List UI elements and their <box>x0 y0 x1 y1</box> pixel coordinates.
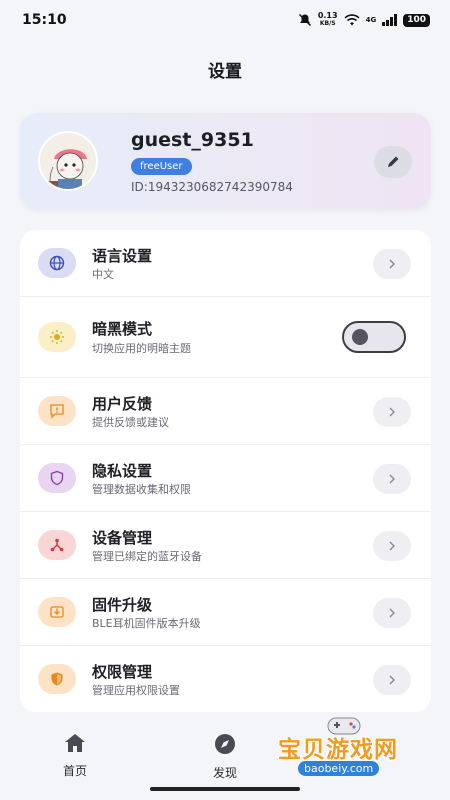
setting-subtitle: 中文 <box>92 268 114 281</box>
home-icon <box>65 734 85 752</box>
chevron-right-icon <box>389 407 395 417</box>
dark-mode-toggle[interactable] <box>342 321 406 353</box>
user-id: ID:1943230682742390784 <box>131 180 293 194</box>
row-icon-bg <box>38 322 76 352</box>
edit-profile-button[interactable] <box>374 146 412 178</box>
battery-icon: 100 <box>403 13 430 27</box>
setting-row-device-management[interactable]: 设备管理 管理已绑定的蓝牙设备 <box>20 512 431 579</box>
watermark-url: baobeiy.com <box>298 761 380 776</box>
wifi-icon <box>344 14 360 26</box>
watermark-title: 宝贝游戏网 <box>278 737 398 763</box>
setting-title: 隐私设置 <box>92 462 153 480</box>
watermark: 宝贝游戏网 baobeiy.com <box>272 717 442 782</box>
setting-subtitle: BLE耳机固件版本升级 <box>92 617 201 630</box>
setting-title: 暗黑模式 <box>92 320 153 338</box>
chevron-right-icon <box>389 541 395 551</box>
signal-icon <box>382 14 398 26</box>
setting-subtitle: 管理应用权限设置 <box>92 684 180 697</box>
row-icon-bg <box>38 597 76 627</box>
settings-list: 语言设置 中文 暗黑模式 切换应用的明暗主题 用户反馈 提供反馈或建议 隐私设置… <box>20 230 431 712</box>
nav-item-discover[interactable]: 发现 <box>190 732 260 781</box>
setting-subtitle: 提供反馈或建议 <box>92 416 169 429</box>
user-tier-badge: freeUser <box>131 158 192 175</box>
avatar-illustration-icon <box>40 133 96 189</box>
toggle-knob <box>352 329 368 345</box>
setting-title: 用户反馈 <box>92 395 153 413</box>
row-icon-bg <box>38 248 76 278</box>
chevron-button[interactable] <box>373 531 411 561</box>
setting-row-permission-management[interactable]: 权限管理 管理应用权限设置 <box>20 646 431 712</box>
chevron-button[interactable] <box>373 249 411 279</box>
username: guest_9351 <box>131 129 254 151</box>
shield-check-icon <box>51 672 63 686</box>
pencil-icon <box>388 156 399 167</box>
device-share-icon <box>50 538 64 552</box>
download-box-icon <box>50 606 64 618</box>
feedback-icon <box>50 404 64 419</box>
setting-subtitle: 管理已绑定的蓝牙设备 <box>92 550 202 563</box>
setting-row-privacy[interactable]: 隐私设置 管理数据收集和权限 <box>20 445 431 512</box>
net-speed: 0.13 KB/S <box>318 12 338 28</box>
chevron-right-icon <box>389 608 395 618</box>
chevron-right-icon <box>389 259 395 269</box>
chevron-right-icon <box>389 474 395 484</box>
profile-card[interactable]: guest_9351 freeUser ID:19432306827423907… <box>20 113 431 209</box>
row-icon-bg <box>38 463 76 493</box>
status-time: 15:10 <box>22 12 67 28</box>
mute-bell-icon <box>298 14 311 26</box>
chevron-button[interactable] <box>373 464 411 494</box>
setting-subtitle: 切换应用的明暗主题 <box>92 342 191 355</box>
chevron-button[interactable] <box>373 665 411 695</box>
nav-label: 发现 <box>212 766 237 780</box>
row-icon-bg <box>38 530 76 560</box>
compass-icon <box>215 734 235 754</box>
nav-label: 首页 <box>62 764 87 778</box>
setting-title: 固件升级 <box>92 596 153 614</box>
home-indicator[interactable] <box>150 787 300 791</box>
setting-title: 设备管理 <box>92 529 153 547</box>
nav-item-home[interactable]: 首页 <box>40 732 110 779</box>
network-type: 4G <box>365 16 377 24</box>
shield-icon <box>50 470 64 486</box>
row-icon-bg <box>38 664 76 694</box>
setting-title: 语言设置 <box>92 247 153 265</box>
setting-subtitle: 管理数据收集和权限 <box>92 483 191 496</box>
net-speed-value: 0.13 <box>317 11 338 20</box>
status-bar: 15:10 0.13 KB/S 4G 100 <box>0 0 450 40</box>
net-speed-unit: KB/S <box>319 20 336 27</box>
globe-icon <box>49 255 65 271</box>
sun-icon <box>50 330 64 344</box>
setting-row-feedback[interactable]: 用户反馈 提供反馈或建议 <box>20 378 431 445</box>
status-icons: 0.13 KB/S 4G 100 <box>298 12 430 28</box>
setting-row-dark-mode[interactable]: 暗黑模式 切换应用的明暗主题 <box>20 297 431 378</box>
chevron-button[interactable] <box>373 598 411 628</box>
setting-row-language[interactable]: 语言设置 中文 <box>20 230 431 297</box>
chevron-button[interactable] <box>373 397 411 427</box>
avatar[interactable] <box>38 131 98 191</box>
setting-title: 权限管理 <box>92 663 153 681</box>
page-title: 设置 <box>208 62 242 82</box>
chevron-right-icon <box>389 675 395 685</box>
row-icon-bg <box>38 396 76 426</box>
setting-row-firmware-upgrade[interactable]: 固件升级 BLE耳机固件版本升级 <box>20 579 431 646</box>
